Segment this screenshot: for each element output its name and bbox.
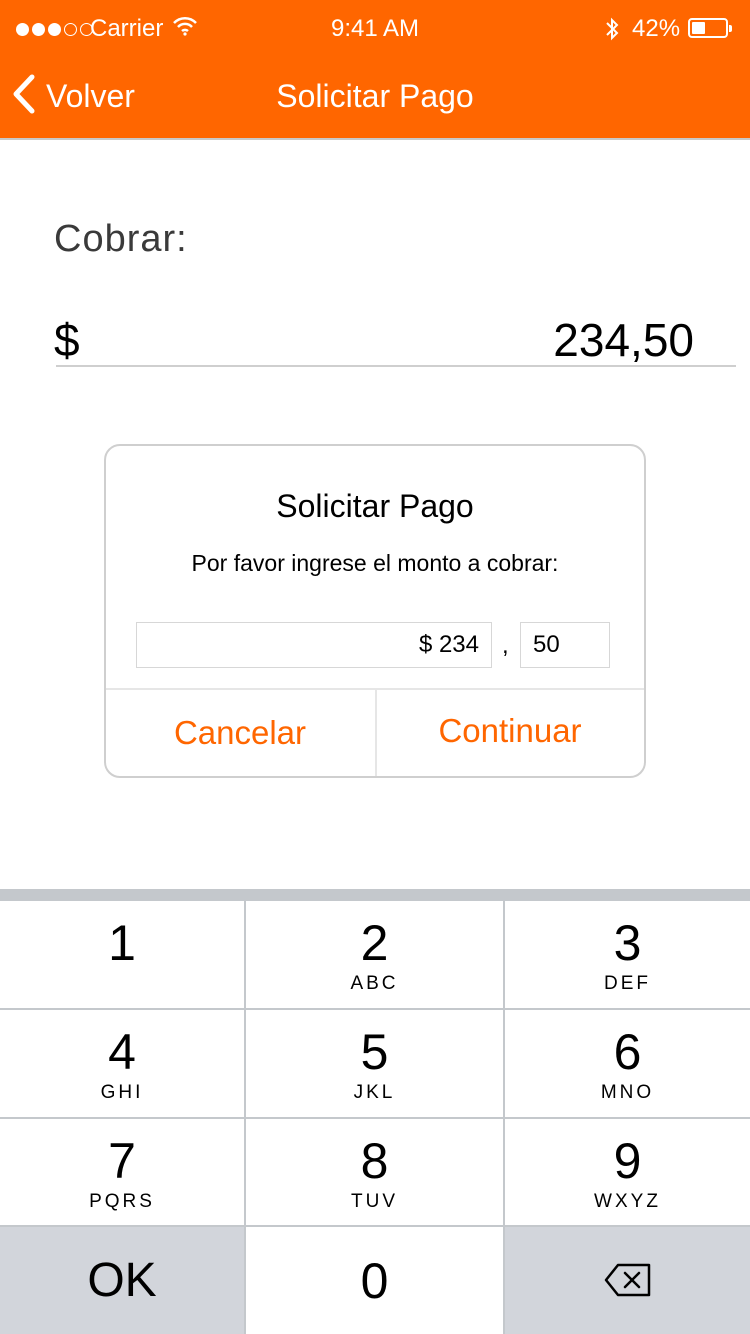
key-3[interactable]: 3 DEF [505, 901, 750, 1008]
amount-integer-input[interactable]: $ 234 [136, 622, 492, 668]
ok-key[interactable]: OK [0, 1227, 244, 1334]
delete-key[interactable] [505, 1227, 750, 1334]
key-digit: 7 [108, 1133, 136, 1189]
key-digit: 4 [108, 1024, 136, 1080]
key-7[interactable]: 7 PQRS [0, 1119, 244, 1225]
numeric-keypad: 1 2 ABC 3 DEF 4 GHI 5 JKL 6 MNO 7 PQRS 8… [0, 889, 750, 1334]
key-letters: DEF [604, 973, 651, 994]
key-letters: JKL [353, 1082, 396, 1103]
key-digit: 8 [360, 1133, 389, 1189]
key-4[interactable]: 4 GHI [0, 1010, 244, 1117]
key-0[interactable]: 0 [246, 1227, 503, 1334]
nav-title: Solicitar Pago [276, 78, 474, 114]
battery-icon [688, 18, 732, 38]
ok-label: OK [87, 1254, 157, 1307]
key-digit: 1 [108, 915, 136, 971]
key-9[interactable]: 9 WXYZ [505, 1119, 750, 1225]
charge-label: Cobrar: [54, 218, 188, 260]
dialog-title: Solicitar Pago [276, 488, 474, 524]
backspace-icon [604, 1263, 652, 1301]
key-1[interactable]: 1 [0, 901, 244, 1008]
dialog-message: Por favor ingrese el monto a cobrar: [191, 550, 559, 576]
amount-decimal-input[interactable]: 50 [520, 622, 610, 668]
key-letters: WXYZ [594, 1191, 661, 1212]
key-digit: 6 [613, 1024, 642, 1080]
top-bar: Carrier 9:41 AM 42% Volver Solicitar Pag… [0, 0, 750, 140]
request-payment-dialog: Solicitar Pago Por favor ingrese el mont… [104, 444, 646, 778]
key-digit: 2 [360, 915, 389, 971]
key-letters: TUV [351, 1191, 398, 1212]
key-digit: 5 [360, 1024, 389, 1080]
key-letters: MNO [600, 1082, 655, 1103]
decimal-separator: , [502, 632, 509, 659]
key-letters: PQRS [89, 1191, 155, 1212]
bluetooth-icon [604, 16, 620, 47]
key-digit: 3 [613, 915, 642, 971]
amount-underline [56, 365, 736, 367]
key-5[interactable]: 5 JKL [246, 1010, 503, 1117]
key-6[interactable]: 6 MNO [505, 1010, 750, 1117]
currency-symbol: $ [54, 314, 80, 366]
continue-button[interactable]: Continuar [376, 690, 644, 776]
key-digit: 0 [360, 1253, 389, 1309]
amount-field[interactable]: 234,50 [300, 313, 694, 367]
key-2[interactable]: 2 ABC [246, 901, 503, 1008]
key-8[interactable]: 8 TUV [246, 1119, 503, 1225]
battery-percent: 42% [632, 15, 681, 42]
cancel-button[interactable]: Cancelar [106, 690, 374, 776]
key-letters: ABC [350, 973, 399, 994]
key-letters: GHI [100, 1082, 144, 1103]
key-digit: 9 [613, 1133, 642, 1189]
